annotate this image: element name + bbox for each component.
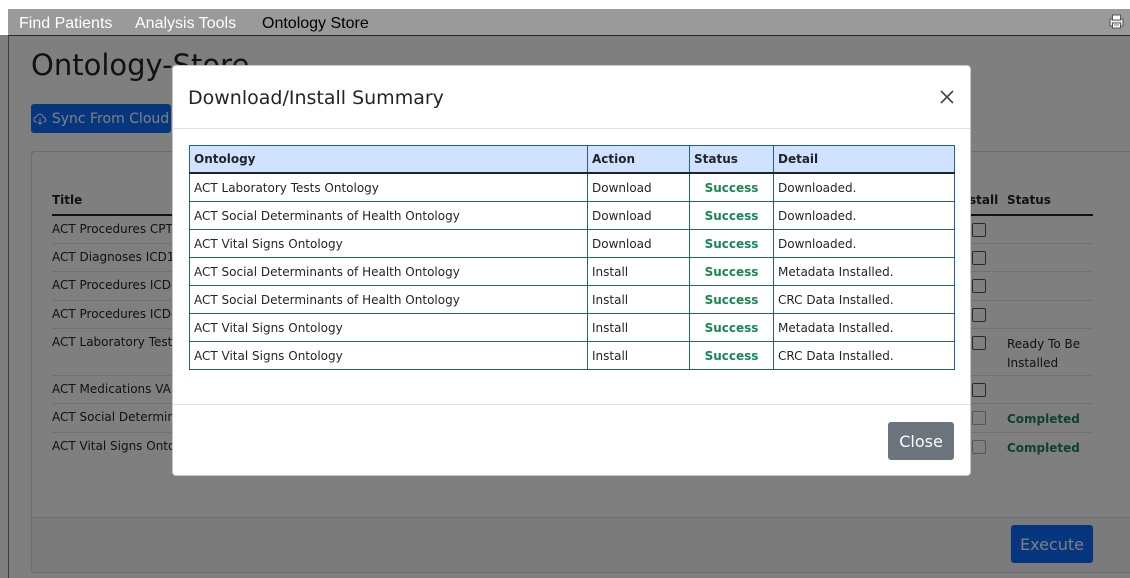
tab-find-patients[interactable]: Find Patients: [19, 15, 112, 33]
column-detail: Detail: [773, 145, 955, 174]
print-icon[interactable]: [1109, 14, 1124, 29]
table-row: ACT Vital Signs Ontology Install Success…: [189, 313, 955, 342]
cell-action: Download: [587, 201, 690, 230]
cell-action: Install: [587, 341, 690, 370]
tab-analysis-tools[interactable]: Analysis Tools: [135, 15, 236, 33]
cell-detail: CRC Data Installed.: [773, 285, 955, 314]
cell-detail: Metadata Installed.: [773, 257, 955, 286]
cell-detail: Metadata Installed.: [773, 313, 955, 342]
cell-status: Success: [689, 257, 774, 286]
table-row: ACT Vital Signs Ontology Download Succes…: [189, 229, 955, 258]
table-row: ACT Social Determinants of Health Ontolo…: [189, 257, 955, 286]
close-button[interactable]: Close: [888, 422, 954, 460]
cell-action: Download: [587, 229, 690, 258]
cell-status: Success: [689, 313, 774, 342]
cell-action: Install: [587, 313, 690, 342]
column-ontology: Ontology: [189, 145, 588, 174]
cell-ontology: ACT Vital Signs Ontology: [189, 229, 588, 258]
cell-detail: CRC Data Installed.: [773, 341, 955, 370]
cell-status: Success: [689, 341, 774, 370]
modal-footer: Close: [173, 404, 970, 476]
cell-ontology: ACT Social Determinants of Health Ontolo…: [189, 285, 588, 314]
table-row: ACT Laboratory Tests Ontology Download S…: [189, 172, 955, 202]
column-status: Status: [689, 145, 774, 174]
top-nav: Find Patients Analysis Tools Ontology St…: [8, 9, 1130, 36]
cell-status: Success: [689, 172, 774, 202]
modal-header: Download/Install Summary: [173, 66, 970, 129]
modal-title: Download/Install Summary: [188, 87, 444, 109]
cell-detail: Downloaded.: [773, 201, 955, 230]
cell-detail: Downloaded.: [773, 172, 955, 202]
cell-ontology: ACT Vital Signs Ontology: [189, 341, 588, 370]
table-row: ACT Social Determinants of Health Ontolo…: [189, 285, 955, 314]
cell-ontology: ACT Laboratory Tests Ontology: [189, 172, 588, 202]
cell-status: Success: [689, 285, 774, 314]
tab-ontology-store[interactable]: Ontology Store: [262, 15, 369, 33]
cell-detail: Downloaded.: [773, 229, 955, 258]
cell-action: Install: [587, 257, 690, 286]
cell-ontology: ACT Vital Signs Ontology: [189, 313, 588, 342]
cell-ontology: ACT Social Determinants of Health Ontolo…: [189, 257, 588, 286]
column-action: Action: [587, 145, 690, 174]
table-row: ACT Vital Signs Ontology Install Success…: [189, 341, 955, 370]
cell-ontology: ACT Social Determinants of Health Ontolo…: [189, 201, 588, 230]
summary-header-row: Ontology Action Status Detail: [189, 145, 955, 174]
cell-status: Success: [689, 201, 774, 230]
summary-modal: Download/Install Summary Ontology Action…: [172, 65, 971, 476]
table-row: ACT Social Determinants of Health Ontolo…: [189, 201, 955, 230]
summary-table: Ontology Action Status Detail ACT Labora…: [189, 145, 955, 370]
cell-action: Install: [587, 285, 690, 314]
close-icon[interactable]: [939, 89, 955, 105]
cell-status: Success: [689, 229, 774, 258]
cell-action: Download: [587, 172, 690, 202]
